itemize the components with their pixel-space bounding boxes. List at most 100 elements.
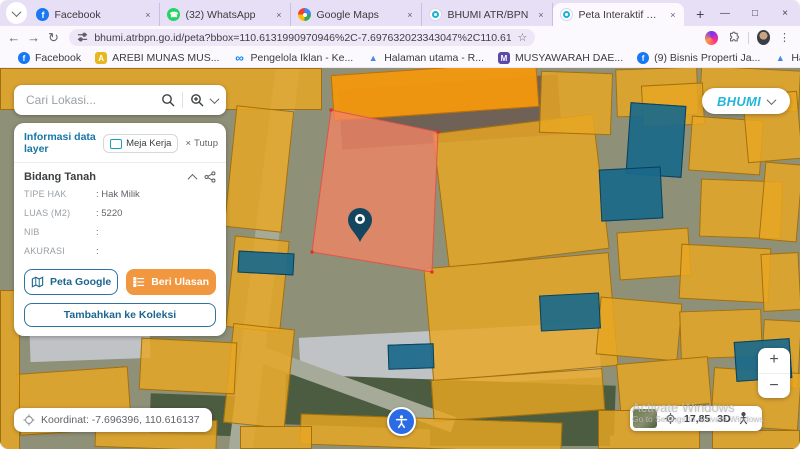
zoom-out-button[interactable]: − <box>758 373 790 399</box>
tambahkan-koleksi-button[interactable]: Tambahkan ke Koleksi <box>24 303 216 327</box>
browser-tab[interactable]: BHUMI ATR/BPN× <box>422 3 553 26</box>
amber-parcel[interactable] <box>539 71 613 135</box>
teal-parcel[interactable] <box>539 292 601 331</box>
gmaps-favicon <box>298 8 311 21</box>
amber-parcel[interactable] <box>139 338 238 395</box>
tab-title: Google Maps <box>316 9 400 21</box>
address-bar[interactable]: bhumi.atrbpn.go.id/peta?bbox=110.6131990… <box>69 29 535 46</box>
bookmark-item[interactable]: (9) Bisnis Properti Ja... <box>637 52 760 64</box>
facebook-favicon <box>18 52 30 64</box>
meta-favicon <box>233 52 245 64</box>
facebook-favicon <box>637 52 649 64</box>
meja-kerja-button[interactable]: Meja Kerja <box>103 134 178 153</box>
close-button[interactable]: × <box>770 8 800 19</box>
teal-parcel[interactable] <box>237 251 294 276</box>
field-label: TIPE HAK <box>24 189 96 199</box>
field-label: LUAS (M2) <box>24 208 96 218</box>
bookmark-item[interactable]: Halaman utama - R... <box>774 52 800 64</box>
browser-menu-icon[interactable]: ⋮ <box>779 31 790 44</box>
window-controls: — □ × <box>710 0 800 26</box>
beri-ulasan-button[interactable]: Beri Ulasan <box>126 269 216 295</box>
basemap-thumbnail[interactable] <box>633 409 657 428</box>
mode-3d-button[interactable]: 3D <box>717 413 730 425</box>
amber-parcel[interactable] <box>432 114 609 269</box>
bookmark-item[interactable]: MUSYAWARAH DAE... <box>498 52 623 64</box>
toolbar-divider <box>748 32 749 44</box>
tab-close-icon[interactable]: × <box>274 10 283 20</box>
tab-close-icon[interactable]: × <box>405 10 414 20</box>
close-panel-button[interactable]: × Tutup <box>183 138 218 149</box>
bookmark-item[interactable]: Pengelola Iklan - Ke... <box>233 52 353 64</box>
bhumi-logo-menu[interactable]: BHUMI <box>702 88 790 114</box>
bookmark-list: Facebook AREBI MUNAS MUS... Pengelola Ikla… <box>18 52 800 64</box>
search-input[interactable] <box>24 92 154 108</box>
bookmark-item[interactable]: Facebook <box>18 52 81 64</box>
reload-button[interactable]: ↻ <box>44 30 64 46</box>
zoom-area-icon[interactable] <box>190 93 204 107</box>
peta-google-button[interactable]: Peta Google <box>24 269 118 295</box>
teal-parcel[interactable] <box>388 343 435 370</box>
bookmark-item[interactable]: AREBI MUNAS MUS... <box>95 52 219 64</box>
amber-parcel[interactable] <box>616 356 712 412</box>
browser-window: Facebook×(32) WhatsApp×Google Maps×BHUMI… <box>0 0 800 449</box>
new-tab-button[interactable]: + <box>690 4 710 24</box>
browser-tab[interactable]: Peta Interaktif BHUMI ATR/B× <box>553 3 684 26</box>
bookmark-label: AREBI MUNAS MUS... <box>112 52 219 64</box>
field-value: : 5220 <box>96 208 122 219</box>
amber-parcel[interactable] <box>759 161 800 242</box>
amber-parcel[interactable] <box>596 297 683 362</box>
extensions-puzzle-icon[interactable] <box>728 31 740 44</box>
map-canvas[interactable]: Informasi data layer Meja Kerja × Tutup … <box>0 68 800 449</box>
browser-tab[interactable]: Google Maps × <box>291 3 422 26</box>
review-list-icon <box>133 276 145 288</box>
chevron-down-icon[interactable] <box>210 94 220 104</box>
search-icon[interactable] <box>161 93 175 107</box>
scale-value: 17,85 <box>684 413 710 425</box>
map-status-bar: 17,85 3D <box>630 406 762 431</box>
tab-close-icon[interactable]: × <box>536 10 545 20</box>
crosshair-icon <box>23 414 35 426</box>
bookmark-item[interactable]: Halaman utama - R... <box>367 52 484 64</box>
bookmark-label: (9) Bisnis Properti Ja... <box>654 52 760 64</box>
amber-parcel[interactable] <box>224 105 294 232</box>
share-icon[interactable] <box>204 171 216 183</box>
bookmark-label: Halaman utama - R... <box>791 52 800 64</box>
accessibility-person-icon <box>394 414 409 429</box>
location-search-bar[interactable] <box>14 85 226 115</box>
amber-parcel[interactable] <box>761 252 800 312</box>
amber-parcel[interactable] <box>225 235 289 332</box>
tab-close-icon[interactable]: × <box>143 10 152 20</box>
zoom-in-button[interactable]: + <box>758 348 790 373</box>
tab-close-icon[interactable]: × <box>668 10 677 20</box>
tab-strip: Facebook×(32) WhatsApp×Google Maps×BHUMI… <box>0 0 800 26</box>
gads-favicon <box>774 52 786 64</box>
forward-button[interactable]: → <box>24 30 44 45</box>
bookmarks-bar: Facebook AREBI MUNAS MUS... Pengelola Ikla… <box>0 49 800 68</box>
amber-parcel[interactable] <box>679 244 772 304</box>
surveyor-icon[interactable] <box>738 412 749 425</box>
amber-parcel[interactable] <box>712 430 800 449</box>
teal-parcel[interactable] <box>599 166 664 221</box>
maximize-button[interactable]: □ <box>740 8 770 19</box>
section-title: Bidang Tanah <box>24 171 181 183</box>
parcel-fields: TIPE HAK: Hak MilikLUAS (M2): 5220NIB:AK… <box>14 189 226 257</box>
back-button[interactable]: ← <box>4 30 24 45</box>
collapse-chevron-up-icon[interactable] <box>188 174 198 184</box>
bookmark-star-icon[interactable]: ☆ <box>517 31 527 44</box>
bhumi-favicon <box>429 8 442 21</box>
tab-search-icon[interactable] <box>6 2 27 24</box>
site-settings-icon[interactable] <box>77 32 88 43</box>
minimize-button[interactable]: — <box>710 8 740 19</box>
location-pin-icon <box>348 208 372 242</box>
profile-avatar[interactable] <box>757 30 770 45</box>
url-text: bhumi.atrbpn.go.id/peta?bbox=110.6131990… <box>94 32 511 44</box>
coordinate-text: Koordinat: -7.696396, 110.616137 <box>41 414 200 426</box>
browser-tab[interactable]: Facebook× <box>29 3 160 26</box>
amber-parcel[interactable] <box>240 426 312 449</box>
accessibility-widget-button[interactable] <box>387 407 416 436</box>
locate-icon[interactable] <box>664 412 677 425</box>
tab-list: Facebook×(32) WhatsApp×Google Maps×BHUMI… <box>29 0 684 26</box>
browser-tab[interactable]: (32) WhatsApp × <box>160 3 291 26</box>
tab-title: (32) WhatsApp <box>185 9 269 21</box>
extension-icon[interactable] <box>705 31 718 45</box>
